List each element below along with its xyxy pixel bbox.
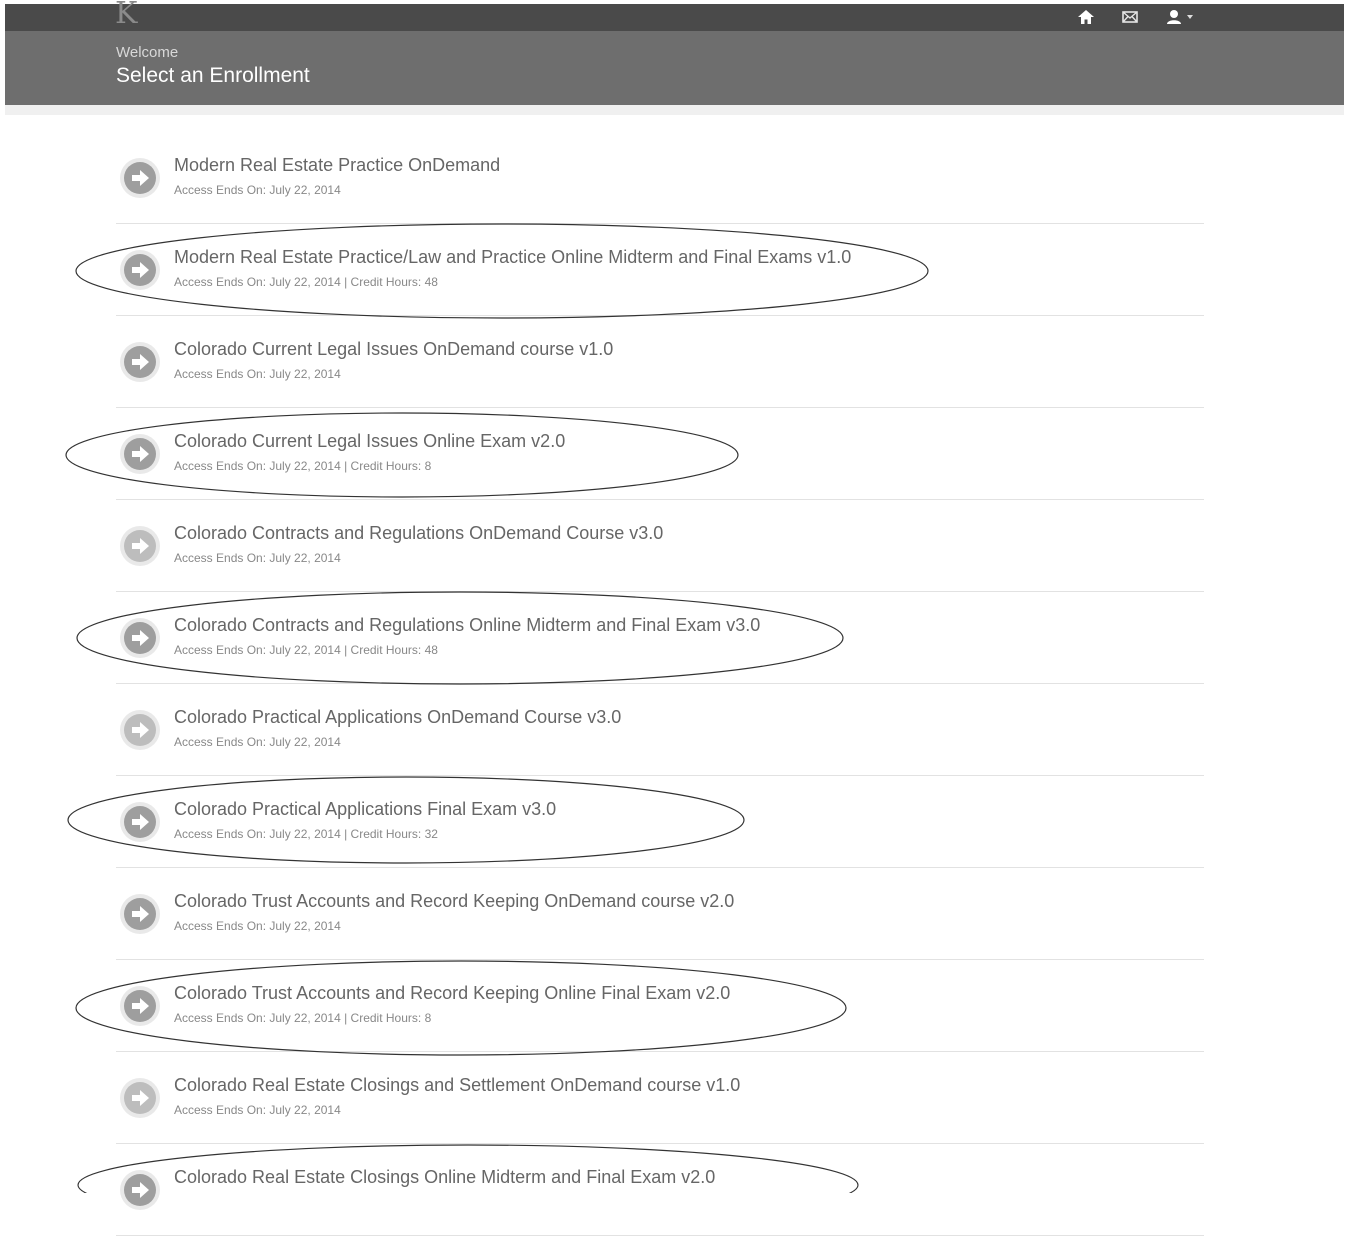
arrow-right-circle-icon[interactable] (119, 157, 161, 199)
arrow-right-circle-icon[interactable] (119, 341, 161, 383)
arrow-right-circle-icon[interactable] (119, 617, 161, 659)
enrollment-title[interactable]: Colorado Trust Accounts and Record Keepi… (174, 983, 730, 1004)
enrollment-item[interactable]: Colorado Contracts and Regulations Onlin… (116, 592, 1204, 684)
site-logo[interactable]: K (115, 0, 137, 30)
enrollment-meta: Access Ends On: July 22, 2014 (174, 1103, 341, 1117)
arrow-right-circle-icon[interactable] (119, 985, 161, 1027)
enrollment-item[interactable]: Colorado Trust Accounts and Record Keepi… (116, 868, 1204, 960)
caret-down-icon[interactable] (1186, 13, 1194, 21)
enrollment-meta: Access Ends On: July 22, 2014 (174, 919, 341, 933)
enrollment-title[interactable]: Colorado Contracts and Regulations Onlin… (174, 615, 760, 636)
enrollment-title[interactable]: Colorado Current Legal Issues OnDemand c… (174, 339, 613, 360)
enrollment-item[interactable]: Colorado Practical Applications Final Ex… (116, 776, 1204, 868)
enrollment-meta: Access Ends On: July 22, 2014 | Credit H… (174, 1011, 432, 1025)
enrollment-item[interactable]: Colorado Practical Applications OnDemand… (116, 684, 1204, 776)
enrollment-title[interactable]: Colorado Practical Applications OnDemand… (174, 707, 621, 728)
enrollment-item[interactable]: Colorado Trust Accounts and Record Keepi… (116, 960, 1204, 1052)
header-divider (5, 105, 1344, 115)
enrollment-meta: Access Ends On: July 22, 2014 | Credit H… (174, 459, 432, 473)
enrollment-item[interactable]: Modern Real Estate Practice OnDemand Acce… (116, 132, 1204, 224)
home-icon[interactable] (1076, 7, 1096, 27)
enrollment-title[interactable]: Colorado Practical Applications Final Ex… (174, 799, 556, 820)
enrollment-title[interactable]: Colorado Real Estate Closings and Settle… (174, 1075, 740, 1096)
page-title: Select an Enrollment (116, 64, 310, 87)
enrollment-list: Modern Real Estate Practice OnDemand Acce… (116, 132, 1204, 1236)
top-nav-icons (1076, 6, 1194, 28)
enrollment-meta: Access Ends On: July 22, 2014 (174, 183, 341, 197)
enrollment-item[interactable]: Colorado Current Legal Issues OnDemand c… (116, 316, 1204, 408)
enrollment-title[interactable]: Colorado Current Legal Issues Online Exa… (174, 431, 565, 452)
enrollment-meta: Access Ends On: July 22, 2014 (174, 367, 341, 381)
arrow-right-circle-icon[interactable] (119, 1077, 161, 1119)
arrow-right-circle-icon[interactable] (119, 433, 161, 475)
arrow-right-circle-icon[interactable] (119, 893, 161, 935)
enrollment-title[interactable]: Colorado Contracts and Regulations OnDem… (174, 523, 663, 544)
enrollment-item[interactable]: Colorado Real Estate Closings Online Mid… (116, 1144, 1204, 1236)
user-icon[interactable] (1164, 7, 1184, 27)
enrollment-meta: Access Ends On: July 22, 2014 (174, 735, 341, 749)
mail-icon[interactable] (1120, 7, 1140, 27)
enrollment-item[interactable]: Colorado Current Legal Issues Online Exa… (116, 408, 1204, 500)
enrollment-title[interactable]: Colorado Trust Accounts and Record Keepi… (174, 891, 734, 912)
arrow-right-circle-icon[interactable] (119, 801, 161, 843)
enrollment-meta: Access Ends On: July 22, 2014 (174, 551, 341, 565)
enrollment-title[interactable]: Modern Real Estate Practice OnDemand (174, 155, 500, 176)
arrow-right-circle-icon[interactable] (119, 525, 161, 567)
top-navbar: K (5, 0, 1344, 31)
enrollment-title[interactable]: Colorado Real Estate Closings Online Mid… (174, 1167, 715, 1188)
arrow-right-circle-icon[interactable] (119, 709, 161, 751)
arrow-right-circle-icon[interactable] (119, 1169, 161, 1211)
enrollment-item[interactable]: Modern Real Estate Practice/Law and Prac… (116, 224, 1204, 316)
enrollment-title[interactable]: Modern Real Estate Practice/Law and Prac… (174, 247, 851, 268)
enrollment-item[interactable]: Colorado Contracts and Regulations OnDem… (116, 500, 1204, 592)
enrollment-meta: Access Ends On: July 22, 2014 | Credit H… (174, 827, 438, 841)
enrollment-meta: Access Ends On: July 22, 2014 | Credit H… (174, 275, 438, 289)
user-menu[interactable] (1164, 7, 1194, 27)
welcome-text: Welcome (116, 44, 179, 61)
enrollment-item[interactable]: Colorado Real Estate Closings and Settle… (116, 1052, 1204, 1144)
arrow-right-circle-icon[interactable] (119, 249, 161, 291)
page-header: Welcome Select an Enrollment (5, 31, 1344, 105)
enrollment-meta: Access Ends On: July 22, 2014 | Credit H… (174, 643, 438, 657)
